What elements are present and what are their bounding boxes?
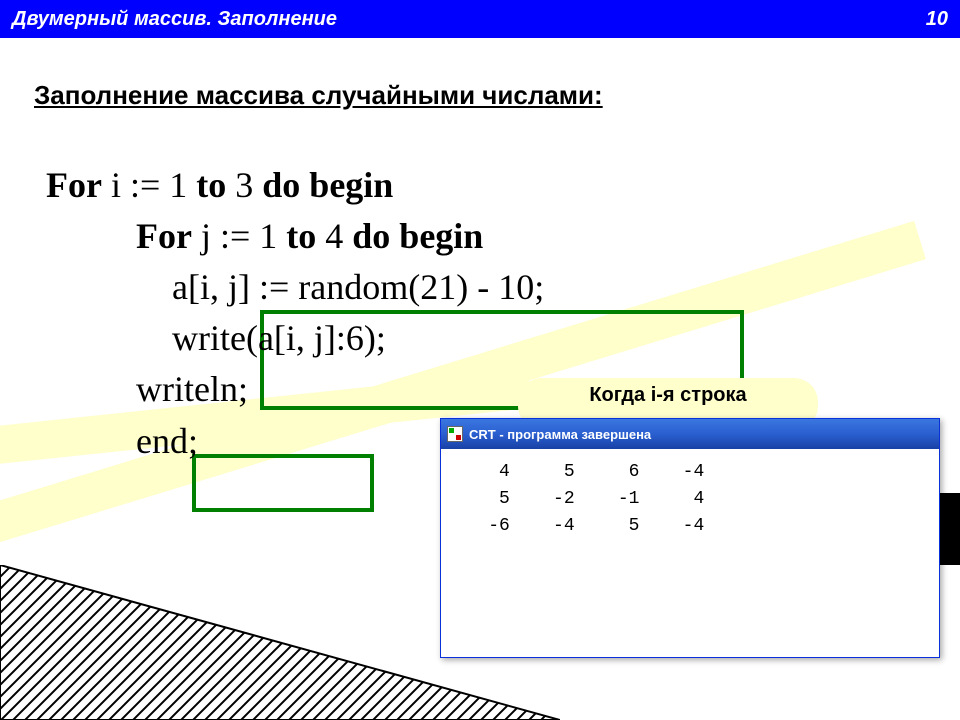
code-text: 3 [226,165,262,205]
slide-page-number: 10 [926,8,948,31]
crt-row: 5 -2 -1 4 [445,489,704,509]
code-text: i := 1 [102,165,196,205]
crt-title: CRT - программа завершена [469,427,651,442]
slide-title: Двумерный массив. Заполнение [12,8,337,31]
kw-do-begin-2: do begin [352,216,483,256]
code-line-6: end; [46,421,198,461]
crt-titlebar: CRT - программа завершена [441,419,939,449]
code-text: 4 [316,216,352,256]
code-line-4: write(a[i, j]:6); [46,318,386,358]
code-line-3: a[i, j] := random(21) - 10; [46,267,544,307]
crt-window: CRT - программа завершена 4 5 6 -4 5 -2 … [440,418,940,658]
code-line-5: writeln; [46,369,248,409]
callout-text: Когда i-я строка [589,384,746,407]
kw-for-2: For [46,216,192,256]
crt-row: -6 -4 5 -4 [445,516,704,536]
slide-header: Двумерный массив. Заполнение 10 [0,0,960,38]
kw-to-1: to [196,165,226,205]
crt-row: 4 5 6 -4 [445,462,704,482]
kw-do-begin-1: do begin [262,165,393,205]
crt-output: 4 5 6 -4 5 -2 -1 4 -6 -4 5 -4 [441,449,939,657]
section-title: Заполнение массива случайными числами: [34,80,603,111]
code-text: j := 1 [192,216,286,256]
kw-for-1: For [46,165,102,205]
kw-to-2: to [286,216,316,256]
crt-app-icon [447,426,463,442]
